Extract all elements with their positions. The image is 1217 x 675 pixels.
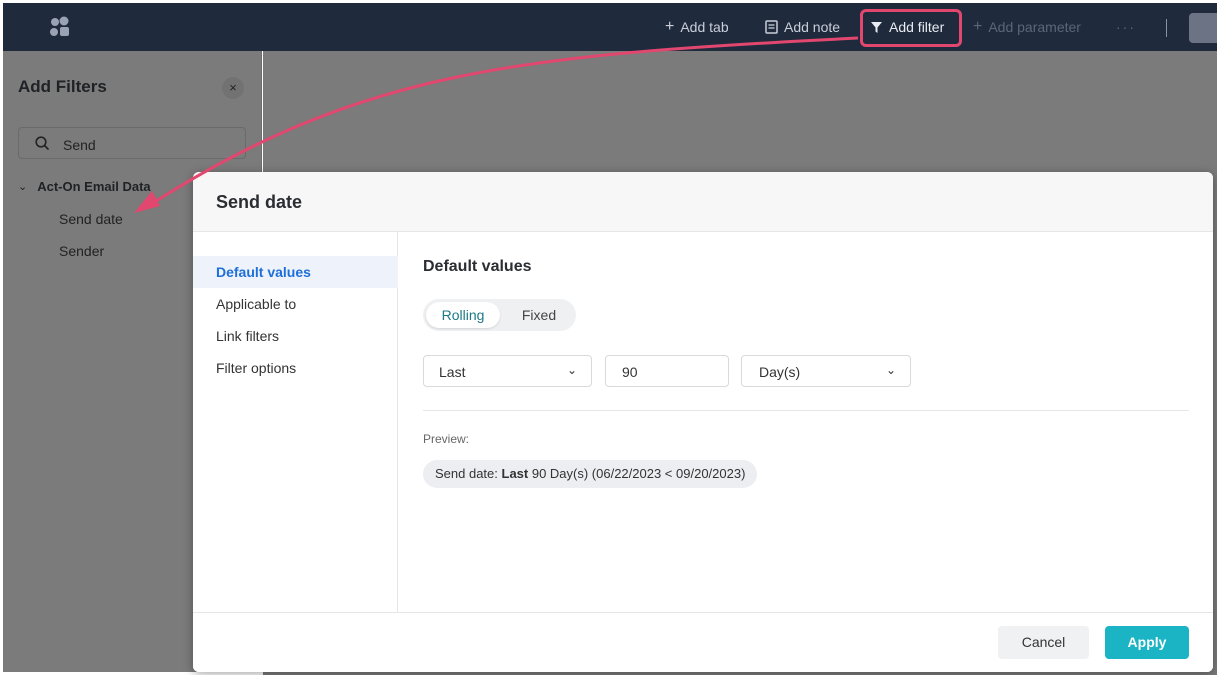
tree-item-send-date[interactable]: Send date bbox=[59, 211, 123, 227]
dialog-footer: Cancel Apply bbox=[193, 612, 1213, 672]
chevron-down-icon: ⌄ bbox=[566, 363, 577, 377]
add-parameter-label: Add parameter bbox=[988, 19, 1081, 35]
unit-select-value: Day(s) bbox=[759, 364, 801, 380]
chevron-down-icon: ⌄ bbox=[885, 363, 896, 377]
dialog-header: Send date bbox=[193, 172, 1213, 232]
rolling-option[interactable]: Rolling bbox=[426, 302, 500, 328]
plus-icon: + bbox=[973, 18, 983, 35]
panel-title: Add Filters bbox=[18, 77, 107, 96]
add-note-button[interactable]: Add note bbox=[765, 3, 840, 51]
plus-icon: + bbox=[665, 18, 675, 35]
fixed-option[interactable]: Fixed bbox=[505, 302, 573, 328]
preview-prefix: Send date: bbox=[435, 466, 502, 481]
nav-default-values[interactable]: Default values bbox=[193, 256, 398, 288]
app-logo-icon[interactable] bbox=[47, 15, 71, 39]
tree-group-act-on-email-data[interactable]: ⌄ Act-On Email Data bbox=[18, 179, 151, 194]
search-input[interactable]: Send bbox=[18, 127, 246, 159]
amount-input[interactable]: 90 bbox=[605, 355, 729, 387]
period-select-value: Last bbox=[439, 364, 466, 380]
nav-filter-options[interactable]: Filter options bbox=[193, 352, 398, 384]
nav-applicable-to[interactable]: Applicable to bbox=[193, 288, 398, 320]
add-note-label: Add note bbox=[784, 19, 841, 35]
toolbar-divider bbox=[1166, 19, 1167, 37]
more-options-button[interactable]: ··· bbox=[1116, 3, 1136, 51]
close-icon[interactable]: × bbox=[222, 77, 244, 99]
more-icon: ··· bbox=[1116, 19, 1136, 35]
dialog-title: Send date bbox=[216, 192, 303, 212]
tree-group-label: Act-On Email Data bbox=[37, 179, 151, 194]
nav-link-filters[interactable]: Link filters bbox=[193, 320, 398, 352]
add-filter-highlight bbox=[860, 9, 962, 47]
cancel-button[interactable]: Cancel bbox=[998, 626, 1089, 659]
add-tab-label: Add tab bbox=[680, 19, 729, 35]
note-icon bbox=[765, 20, 778, 34]
content-divider bbox=[423, 410, 1189, 411]
filter-settings-dialog: Send date Default values Applicable to L… bbox=[193, 172, 1213, 672]
add-parameter-button[interactable]: + Add parameter bbox=[973, 3, 1081, 51]
unit-select[interactable]: Day(s) ⌄ bbox=[741, 355, 911, 387]
toolbar-right-button[interactable] bbox=[1189, 13, 1217, 43]
section-title: Default values bbox=[423, 258, 532, 275]
add-tab-button[interactable]: + Add tab bbox=[665, 3, 729, 51]
top-toolbar: + Add tab Add note Add filter + Add para… bbox=[3, 3, 1217, 51]
period-select[interactable]: Last ⌄ bbox=[423, 355, 592, 387]
chevron-down-icon: ⌄ bbox=[18, 181, 28, 193]
search-value: Send bbox=[63, 137, 96, 153]
rolling-fixed-toggle: Rolling Fixed bbox=[423, 299, 576, 331]
tree-item-sender[interactable]: Sender bbox=[59, 243, 104, 259]
apply-button[interactable]: Apply bbox=[1105, 626, 1189, 659]
preview-bold: Last bbox=[501, 466, 529, 481]
preview-chip: Send date: Last 90 Day(s) (06/22/2023 < … bbox=[423, 460, 758, 488]
preview-suffix: 90 Day(s) (06/22/2023 < 09/20/2023) bbox=[528, 466, 746, 481]
search-icon bbox=[35, 136, 50, 151]
dialog-nav: Default values Applicable to Link filter… bbox=[193, 232, 398, 612]
preview-label: Preview: bbox=[423, 432, 470, 446]
